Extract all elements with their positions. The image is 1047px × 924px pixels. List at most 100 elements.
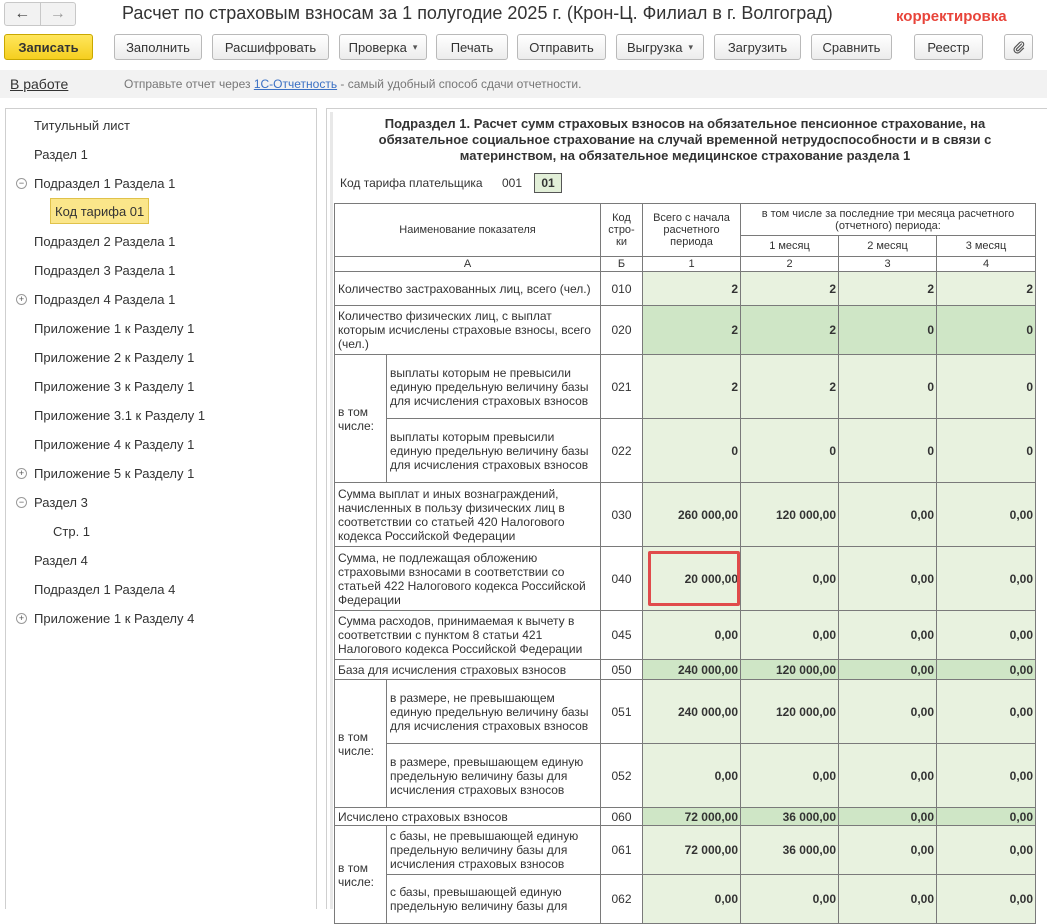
cell-value[interactable]: 2 bbox=[838, 271, 937, 306]
tree-item-subsection-2-1[interactable]: Подраздел 2 Раздела 1 bbox=[34, 231, 175, 251]
export-button[interactable]: Выгрузка ▾ bbox=[616, 34, 704, 60]
cell-value[interactable]: 0 bbox=[642, 418, 741, 483]
back-arrow-icon[interactable]: ← bbox=[5, 3, 40, 25]
tree-item-subsection-3-1[interactable]: Подраздел 3 Раздела 1 bbox=[34, 260, 175, 280]
send-button[interactable]: Отправить bbox=[517, 34, 606, 60]
tree-item-line-1[interactable]: Стр. 1 bbox=[53, 521, 90, 541]
cell-value[interactable]: 2 bbox=[642, 354, 741, 419]
forward-arrow-icon[interactable]: → bbox=[39, 3, 76, 25]
tree-item-title-page[interactable]: Титульный лист bbox=[34, 115, 130, 135]
cell-value[interactable]: 260 000,00 bbox=[642, 482, 741, 547]
status-link[interactable]: В работе bbox=[10, 76, 68, 92]
cell-value[interactable]: 0,00 bbox=[838, 825, 937, 875]
cell-value[interactable]: 2 bbox=[740, 305, 839, 355]
cell-value[interactable]: 2 bbox=[740, 354, 839, 419]
table-row: Количество физических лиц, с выплат кото… bbox=[334, 305, 1037, 355]
cell-value[interactable]: 0,00 bbox=[838, 743, 937, 808]
cell-value[interactable]: 0,00 bbox=[935, 807, 1037, 826]
row-name: с базы, превышающей единую предельную ве… bbox=[386, 874, 601, 924]
fill-button[interactable]: Заполнить bbox=[114, 34, 202, 60]
cell-value[interactable]: 0,00 bbox=[838, 807, 937, 826]
cell-value[interactable]: 0,00 bbox=[838, 659, 937, 680]
header-month-3: 3 месяц bbox=[935, 235, 1037, 257]
cell-value[interactable]: 0,00 bbox=[838, 482, 937, 547]
cell-value[interactable]: 0 bbox=[838, 354, 937, 419]
cell-value[interactable]: 0,00 bbox=[935, 743, 1037, 808]
save-button[interactable]: Записать bbox=[4, 34, 93, 60]
decode-button[interactable]: Расшифровать bbox=[212, 34, 329, 60]
tree-item-subsection-1-4[interactable]: Подраздел 1 Раздела 4 bbox=[34, 579, 175, 599]
cell-value[interactable]: 0,00 bbox=[740, 874, 839, 924]
cell-value[interactable]: 0,00 bbox=[642, 743, 741, 808]
header-last-three: в том числе за последние три месяца расч… bbox=[739, 203, 1037, 236]
splitter[interactable] bbox=[330, 112, 333, 909]
cell-value[interactable]: 0,00 bbox=[740, 546, 839, 611]
tree-item-section-3[interactable]: − Раздел 3 bbox=[16, 492, 88, 512]
cell-value[interactable]: 120 000,00 bbox=[740, 482, 839, 547]
cell-value[interactable]: 0 bbox=[935, 305, 1037, 355]
cell-value[interactable]: 0,00 bbox=[935, 482, 1037, 547]
cell-value[interactable]: 0 bbox=[838, 418, 937, 483]
print-button[interactable]: Печать bbox=[436, 34, 508, 60]
cell-value[interactable]: 0,00 bbox=[740, 743, 839, 808]
cell-value[interactable]: 240 000,00 bbox=[642, 679, 741, 744]
1c-reporting-link[interactable]: 1С-Отчетность bbox=[254, 77, 337, 91]
cell-value[interactable]: 0,00 bbox=[838, 610, 937, 660]
expand-icon[interactable]: + bbox=[16, 612, 27, 624]
cell-value[interactable]: 2 bbox=[935, 271, 1037, 306]
cell-value[interactable]: 240 000,00 bbox=[642, 659, 741, 680]
collapse-icon[interactable]: − bbox=[16, 177, 27, 189]
tree-item-appendix-5[interactable]: + Приложение 5 к Разделу 1 bbox=[16, 463, 194, 483]
cell-value[interactable]: 0,00 bbox=[935, 679, 1037, 744]
tree-item-appendix-1-4[interactable]: + Приложение 1 к Разделу 4 bbox=[16, 608, 194, 628]
cell-value[interactable]: 0,00 bbox=[740, 610, 839, 660]
cell-value[interactable]: 120 000,00 bbox=[740, 679, 839, 744]
expand-icon[interactable]: + bbox=[16, 293, 27, 305]
tree-item-section-4[interactable]: Раздел 4 bbox=[34, 550, 88, 570]
compare-button[interactable]: Сравнить bbox=[811, 34, 892, 60]
row-name: Сумма выплат и иных вознаграждений, начи… bbox=[334, 482, 601, 547]
cell-value[interactable]: 72 000,00 bbox=[642, 807, 741, 826]
collapse-icon[interactable]: − bbox=[16, 496, 27, 508]
tree-item-section-1[interactable]: Раздел 1 bbox=[34, 144, 88, 164]
cell-value[interactable]: 2 bbox=[642, 271, 741, 306]
cell-value[interactable]: 0,00 bbox=[935, 825, 1037, 875]
tree-item-subsection-4-1[interactable]: + Подраздел 4 Раздела 1 bbox=[16, 289, 175, 309]
tree-item-appendix-1[interactable]: Приложение 1 к Разделу 1 bbox=[34, 318, 194, 338]
tree-item-tariff-01[interactable]: Код тарифа 01 bbox=[50, 198, 150, 224]
tariff-value-field[interactable]: 01 bbox=[534, 173, 562, 193]
attach-button[interactable] bbox=[1004, 34, 1033, 60]
expand-icon[interactable]: + bbox=[16, 467, 27, 479]
cell-value[interactable]: 0 bbox=[935, 418, 1037, 483]
cell-value[interactable]: 72 000,00 bbox=[642, 825, 741, 875]
cell-value[interactable]: 0 bbox=[935, 354, 1037, 419]
cell-value[interactable]: 0,00 bbox=[838, 546, 937, 611]
cell-value[interactable]: 0 bbox=[740, 418, 839, 483]
cell-value[interactable]: 0,00 bbox=[935, 874, 1037, 924]
tree-item-appendix-3-1[interactable]: Приложение 3.1 к Разделу 1 bbox=[34, 405, 205, 425]
cell-value[interactable]: 0,00 bbox=[642, 610, 741, 660]
load-button[interactable]: Загрузить bbox=[714, 34, 801, 60]
cell-value[interactable]: 0 bbox=[838, 305, 937, 355]
cell-value[interactable]: 0,00 bbox=[838, 874, 937, 924]
tree-item-appendix-4[interactable]: Приложение 4 к Разделу 1 bbox=[34, 434, 194, 454]
cell-value[interactable]: 36 000,00 bbox=[740, 807, 839, 826]
cell-value[interactable]: 2 bbox=[740, 271, 839, 306]
row-code: 050 bbox=[600, 659, 643, 680]
cell-value[interactable]: 0,00 bbox=[935, 659, 1037, 680]
cell-value[interactable]: 120 000,00 bbox=[740, 659, 839, 680]
cell-value[interactable]: 0,00 bbox=[838, 679, 937, 744]
cell-value[interactable]: 0,00 bbox=[935, 546, 1037, 611]
tree-item-subsection-1-1[interactable]: − Подраздел 1 Раздела 1 bbox=[16, 173, 175, 193]
table-row: Сумма расходов, принимаемая к вычету в с… bbox=[334, 610, 1037, 660]
registry-button[interactable]: Реестр bbox=[914, 34, 983, 60]
row-code: 022 bbox=[600, 418, 643, 483]
tree-item-appendix-2[interactable]: Приложение 2 к Разделу 1 bbox=[34, 347, 194, 367]
cell-value[interactable]: 2 bbox=[642, 305, 741, 355]
cell-value[interactable]: 36 000,00 bbox=[740, 825, 839, 875]
cell-value[interactable]: 0,00 bbox=[642, 874, 741, 924]
tree-item-appendix-3[interactable]: Приложение 3 к Разделу 1 bbox=[34, 376, 194, 396]
header-total: Всего с начала расчетного периода bbox=[642, 203, 741, 257]
cell-value[interactable]: 0,00 bbox=[935, 610, 1037, 660]
check-button[interactable]: Проверка ▾ bbox=[339, 34, 427, 60]
